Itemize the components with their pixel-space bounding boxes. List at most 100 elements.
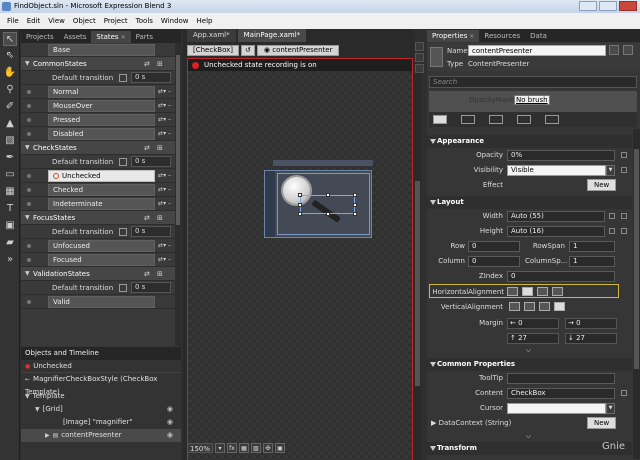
add-transition-icon[interactable]: ⇄ <box>144 270 154 278</box>
state-group-checkstates[interactable]: ▼ CheckStates ⇄ ⊞ <box>21 141 181 155</box>
pen-tool-icon[interactable]: ✒ <box>3 151 17 165</box>
state-actions-icon[interactable]: ⇄▾ – <box>158 116 171 123</box>
chevron-down-icon[interactable]: ▼ <box>606 403 615 414</box>
rowspan-input[interactable]: 1 <box>569 241 615 252</box>
expand-arrow-icon[interactable]: ▶ <box>45 432 50 439</box>
align-vstretch-icon[interactable] <box>554 302 565 311</box>
collapse-arrow-icon[interactable]: ▼ <box>25 270 33 277</box>
resize-handle[interactable] <box>326 212 330 216</box>
align-top-icon[interactable] <box>509 302 520 311</box>
align-right-icon[interactable] <box>537 287 548 296</box>
direct-selection-tool-icon[interactable]: ⇖ <box>3 49 17 63</box>
scrollbar-thumb[interactable] <box>415 181 420 386</box>
state-actions-icon[interactable]: ⇄▾ – <box>158 256 171 263</box>
auto-size-icon[interactable] <box>609 213 615 219</box>
scrollbar-thumb[interactable] <box>634 149 639 369</box>
properties-scrollbar[interactable] <box>633 129 640 459</box>
tile-brush-icon[interactable] <box>517 115 531 124</box>
name-input[interactable]: contentPresenter <box>468 45 606 56</box>
template-scope-row[interactable]: ← MagnifierCheckBoxStyle (CheckBox Templa… <box>21 373 181 396</box>
design-view-icon[interactable] <box>415 42 424 51</box>
zoom-dropdown-icon[interactable]: ▾ <box>215 443 226 453</box>
resize-handle[interactable] <box>353 193 357 197</box>
expand-chevron-icon[interactable]: ⌵ <box>521 345 531 355</box>
advanced-options-icon[interactable] <box>621 167 627 173</box>
state-group-focusstates[interactable]: ▼ FocusStates ⇄ ⊞ <box>21 211 181 225</box>
tab-mainpage-xaml[interactable]: MainPage.xaml* <box>237 29 307 42</box>
collapse-arrow-icon[interactable]: ▼ <box>25 144 33 151</box>
snap-grid-icon[interactable]: ▧ <box>251 443 262 453</box>
current-state-row[interactable]: ● Unchecked <box>21 360 181 373</box>
menu-file[interactable]: File <box>3 13 23 29</box>
recording-indicator-icon[interactable] <box>192 61 199 69</box>
transition-duration-input[interactable]: 0 s <box>131 72 171 83</box>
state-focused[interactable]: Focused <box>48 253 155 266</box>
add-state-icon[interactable]: ⊞ <box>157 270 167 278</box>
tree-item-image[interactable]: [Image] "magnifier" ◉ <box>21 416 181 429</box>
margin-top-input[interactable]: ↑ 27 <box>507 333 559 344</box>
tab-states[interactable]: States ✕ <box>91 31 131 43</box>
assets-chevron-icon[interactable]: » <box>3 253 17 267</box>
grid-tool-icon[interactable]: ▦ <box>3 185 17 199</box>
state-disabled[interactable]: Disabled <box>48 127 155 140</box>
zoom-tool-icon[interactable]: ⚲ <box>3 83 17 97</box>
advanced-options-icon[interactable] <box>621 152 627 158</box>
menu-edit[interactable]: Edit <box>23 13 45 29</box>
advanced-options-icon[interactable] <box>621 390 627 396</box>
resize-handle[interactable] <box>353 212 357 216</box>
margin-left-input[interactable]: ← 0 <box>507 318 559 329</box>
tab-app-xaml[interactable]: App.xaml* <box>187 29 236 42</box>
resize-handle[interactable] <box>353 203 357 207</box>
opacity-input[interactable]: 0% <box>507 150 615 161</box>
visibility-select[interactable]: Visible <box>507 165 606 176</box>
gradient-brush-icon[interactable] <box>489 115 503 124</box>
resize-handle[interactable] <box>326 193 330 197</box>
artboard[interactable]: Unchecked state recording is on <box>187 58 413 460</box>
collapse-arrow-icon[interactable]: ▼ <box>25 60 33 67</box>
brush-resource-icon[interactable] <box>545 115 559 124</box>
common-properties-section-header[interactable]: Common Properties <box>427 358 632 371</box>
margin-right-input[interactable]: → 0 <box>565 318 617 329</box>
state-unchecked[interactable]: Unchecked <box>48 169 155 182</box>
tab-projects[interactable]: Projects <box>21 31 59 43</box>
zindex-input[interactable]: 0 <box>507 271 615 282</box>
chevron-down-icon[interactable]: ▼ <box>606 165 615 176</box>
design-vertical-scrollbar[interactable] <box>414 73 421 460</box>
state-group-validationstates[interactable]: ▼ ValidationStates ⇄ ⊞ <box>21 267 181 281</box>
add-transition-icon[interactable]: ⇄ <box>144 144 154 152</box>
appearance-section-header[interactable]: Appearance <box>427 135 632 148</box>
collapse-arrow-icon[interactable]: ▼ <box>25 214 33 221</box>
pan-tool-icon[interactable]: ✋ <box>3 66 17 80</box>
grid-toggle-icon[interactable]: ▦ <box>239 443 250 453</box>
tree-item-grid[interactable]: ▼ [Grid] ◉ <box>21 403 181 416</box>
state-indeterminate[interactable]: Indeterminate <box>48 197 155 210</box>
state-normal[interactable]: Normal <box>48 85 155 98</box>
resize-handle[interactable] <box>298 193 302 197</box>
add-transition-icon[interactable]: ⇄ <box>144 214 154 222</box>
layout-section-header[interactable]: Layout <box>427 196 632 209</box>
effects-toggle-icon[interactable]: fx <box>227 443 238 453</box>
state-valid[interactable]: Valid <box>48 295 155 308</box>
margin-bottom-input[interactable]: ↓ 27 <box>565 333 617 344</box>
align-bottom-icon[interactable] <box>539 302 550 311</box>
state-actions-icon[interactable]: ⇄▾ – <box>158 242 171 249</box>
annotations-icon[interactable]: ▣ <box>275 443 286 453</box>
opacity-mask-value[interactable]: No brush <box>514 95 550 105</box>
eyedropper-tool-icon[interactable]: ✐ <box>3 100 17 114</box>
xaml-view-icon[interactable] <box>415 53 424 62</box>
tab-properties[interactable]: Properties ✕ <box>427 30 480 42</box>
tooltip-input[interactable] <box>507 373 615 384</box>
state-actions-icon[interactable]: ⇄▾ – <box>158 130 171 137</box>
state-actions-icon[interactable]: ⇄▾ – <box>158 102 171 109</box>
align-left-icon[interactable] <box>507 287 518 296</box>
scope-up-icon[interactable]: ← <box>25 376 30 383</box>
resize-handle[interactable] <box>298 203 302 207</box>
state-actions-icon[interactable]: ⇄▾ – <box>158 88 171 95</box>
state-actions-icon[interactable]: ⇄▾ – <box>158 172 171 179</box>
tab-parts[interactable]: Parts <box>131 31 158 43</box>
menu-project[interactable]: Project <box>100 13 132 29</box>
transition-checkbox[interactable] <box>119 228 127 236</box>
breadcrumb-template-icon[interactable]: ↺ <box>241 44 255 56</box>
tree-item-template[interactable]: ▼ Template <box>21 390 181 403</box>
add-state-icon[interactable]: ⊞ <box>157 60 167 68</box>
